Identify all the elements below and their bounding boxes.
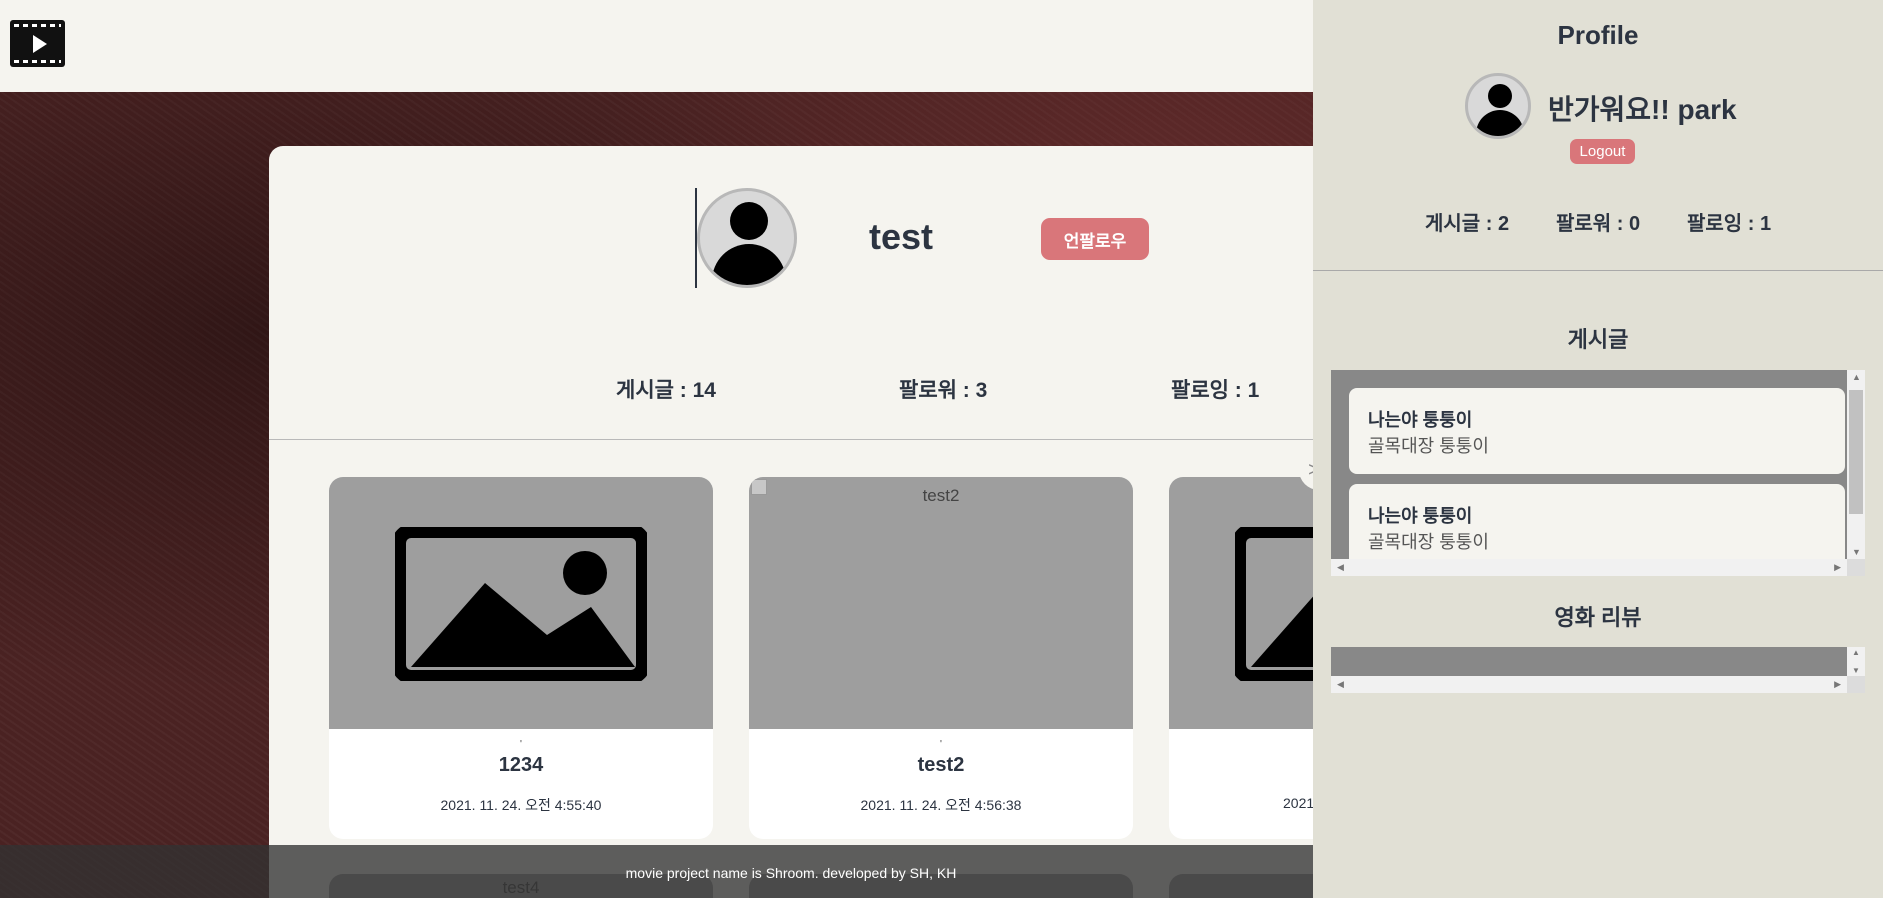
- scroll-up-icon[interactable]: ▲: [1852, 648, 1860, 657]
- list-item[interactable]: 나는야 퉁퉁이 골목대장 퉁퉁이: [1349, 484, 1845, 559]
- horizontal-scrollbar[interactable]: ◀ ▶: [1331, 559, 1847, 576]
- scroll-down-icon[interactable]: ▼: [1852, 547, 1861, 557]
- greeting-text: 반가워요!! park: [1548, 94, 1737, 125]
- list-item-subtitle: 골목대장 퉁퉁이: [1368, 532, 1489, 552]
- profile-card: test 언팔로우 게시글 : 14 팔로워 : 3 팔로잉 : 1 ' 123…: [269, 146, 1313, 898]
- scrollbar-corner: [1847, 676, 1865, 693]
- follower-count[interactable]: 팔로워 : 3: [899, 374, 987, 404]
- post-count: 게시글 : 14: [616, 379, 716, 402]
- reviews-scroll-list[interactable]: ▲ ▼ ◀ ▶: [1331, 647, 1865, 693]
- avatar: [1465, 73, 1531, 139]
- panel-following-count[interactable]: 팔로잉 : 1: [1687, 207, 1771, 236]
- footer: movie project name is Shroom. developed …: [0, 845, 1313, 898]
- panel-title: Profile: [1557, 20, 1639, 50]
- divider: [1313, 270, 1883, 271]
- unfollow-button[interactable]: 언팔로우: [1041, 218, 1149, 260]
- footer-text: movie project name is Shroom. developed …: [625, 865, 957, 881]
- post-separator: ': [940, 739, 942, 750]
- scrollbar-thumb[interactable]: [1849, 390, 1863, 514]
- post-image: [1169, 477, 1313, 729]
- list-item[interactable]: 나는야 퉁퉁이 골목대장 퉁퉁이: [1349, 388, 1845, 474]
- reviews-section-title: 영화 리뷰: [1554, 605, 1642, 630]
- scroll-down-icon[interactable]: ▼: [1852, 666, 1860, 675]
- post-date: 2021.: [1283, 795, 1313, 811]
- panel-follower-count[interactable]: 팔로워 : 0: [1556, 207, 1640, 236]
- vertical-scrollbar[interactable]: ▲ ▼: [1847, 370, 1865, 559]
- scroll-left-icon[interactable]: ◀: [1337, 679, 1344, 690]
- post-title: test2: [917, 754, 965, 776]
- profile-username: test: [869, 216, 934, 257]
- logout-button[interactable]: Logout: [1570, 139, 1635, 164]
- avatar: [697, 188, 797, 288]
- posts-section-title: 게시글: [1567, 327, 1629, 352]
- post-date: 2021. 11. 24. 오전 4:55:40: [440, 797, 602, 813]
- scroll-up-icon[interactable]: ▲: [1852, 372, 1861, 382]
- vertical-scrollbar[interactable]: ▲ ▼: [1847, 647, 1865, 676]
- post-card[interactable]: 2021.: [1169, 477, 1313, 839]
- image-placeholder-icon: [1235, 527, 1313, 681]
- profile-header: test 언팔로우 게시글 : 14 팔로워 : 3 팔로잉 : 1: [269, 146, 1313, 440]
- list-item-title: 나는야 퉁퉁이: [1368, 410, 1473, 430]
- following-count[interactable]: 팔로잉 : 1: [1171, 374, 1259, 404]
- scroll-left-icon[interactable]: ◀: [1337, 562, 1344, 573]
- post-card[interactable]: test2 ' test2 2021. 11. 24. 오전 4:56:38: [749, 477, 1133, 839]
- profile-side-panel: Profile 반가워요!! park Logout 게시글 : 2 팔로워 :…: [1313, 0, 1883, 898]
- scroll-right-icon[interactable]: ▶: [1834, 562, 1841, 573]
- scrollbar-corner: [1847, 559, 1865, 576]
- list-item-subtitle: 골목대장 퉁퉁이: [1368, 436, 1489, 456]
- horizontal-scrollbar[interactable]: ◀ ▶: [1331, 676, 1847, 693]
- image-alt-text: test2: [922, 486, 960, 505]
- post-separator: ': [520, 739, 522, 750]
- post-image: [329, 477, 713, 729]
- list-item-title: 나는야 퉁퉁이: [1368, 506, 1473, 526]
- posts-scroll-list[interactable]: 나는야 퉁퉁이 골목대장 퉁퉁이 나는야 퉁퉁이 골목대장 퉁퉁이 ▲ ▼ ◀ …: [1331, 370, 1865, 576]
- scroll-right-icon[interactable]: ▶: [1834, 679, 1841, 690]
- panel-post-count: 게시글 : 2: [1425, 213, 1510, 235]
- post-date: 2021. 11. 24. 오전 4:56:38: [860, 797, 1022, 813]
- film-play-icon[interactable]: [10, 20, 65, 67]
- post-image: test2: [749, 477, 1133, 729]
- post-card[interactable]: ' 1234 2021. 11. 24. 오전 4:55:40: [329, 477, 713, 839]
- post-title: 1234: [498, 754, 544, 776]
- image-placeholder-icon: [395, 527, 647, 681]
